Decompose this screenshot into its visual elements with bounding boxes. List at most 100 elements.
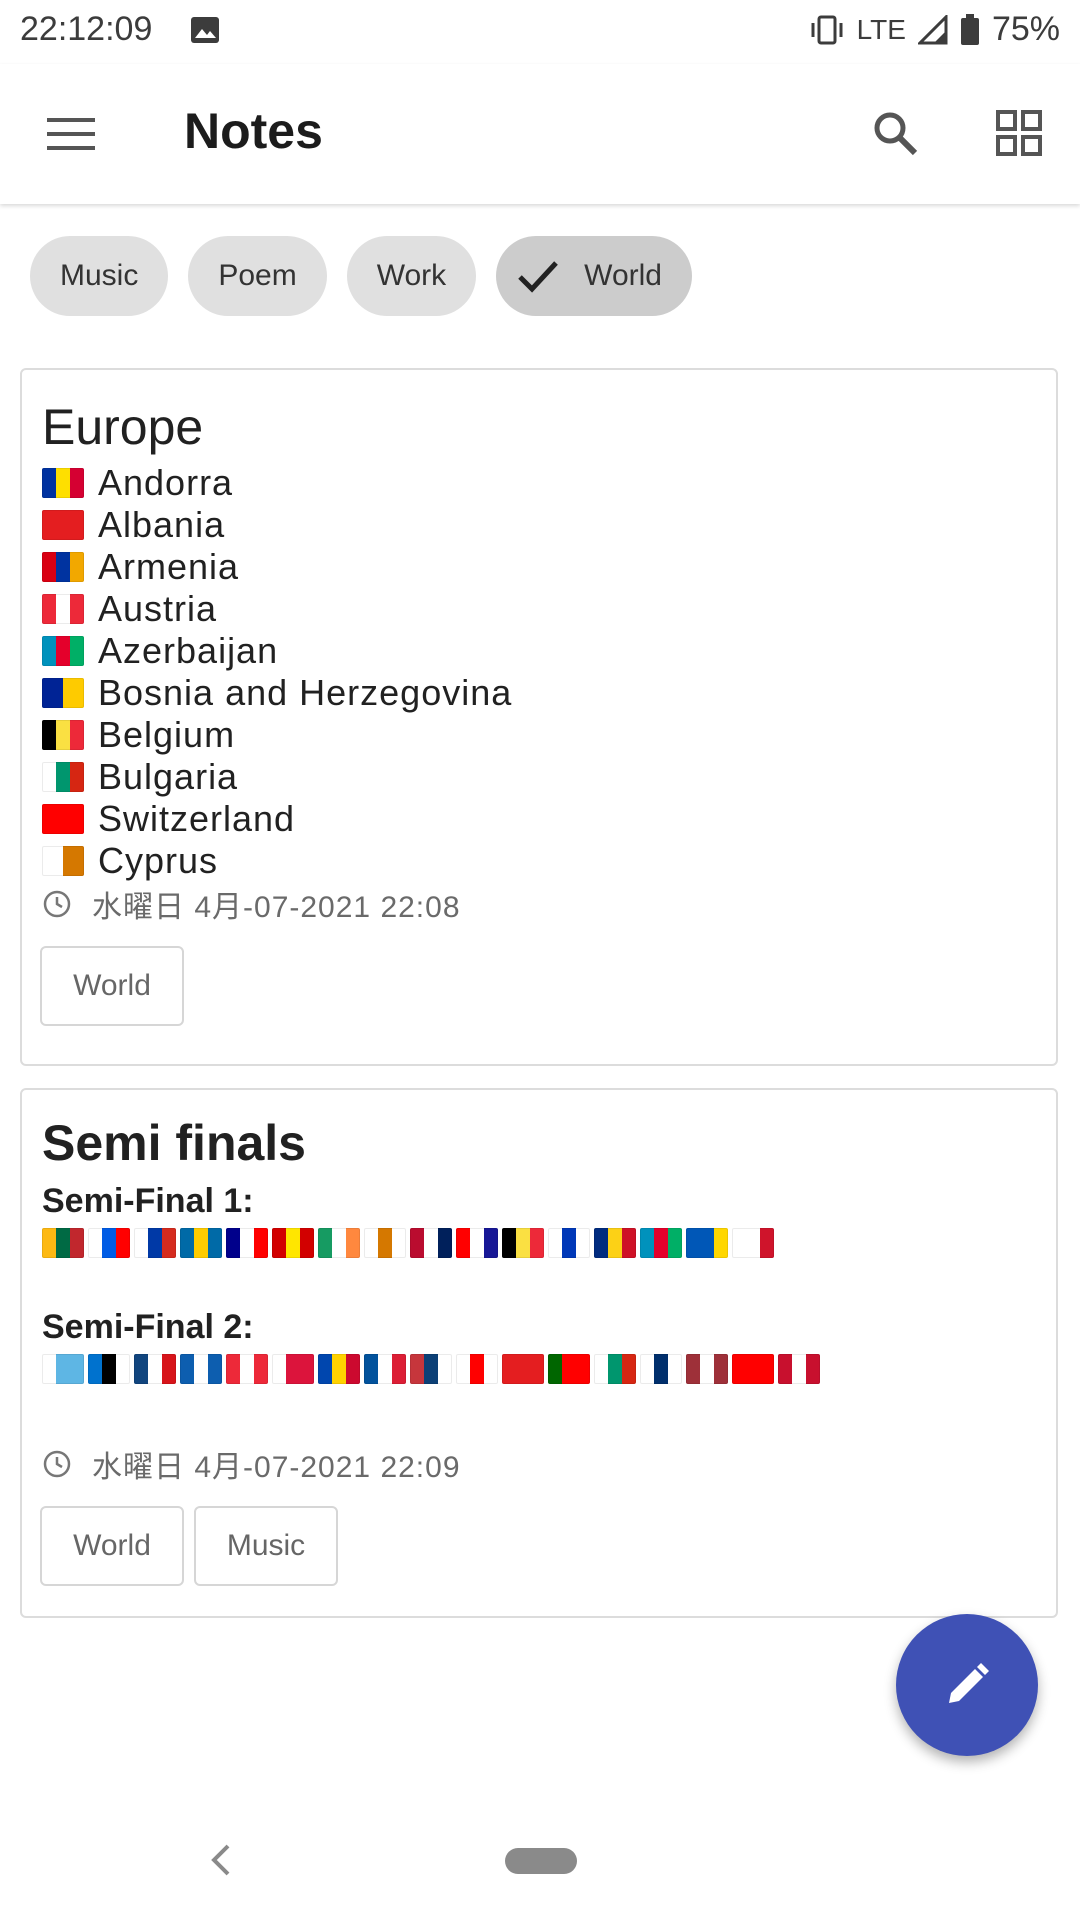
check-icon bbox=[518, 261, 559, 293]
flag-icon bbox=[640, 1228, 682, 1258]
flag-icon bbox=[594, 1354, 636, 1384]
battery-icon bbox=[960, 13, 979, 45]
flag-icon bbox=[548, 1354, 590, 1384]
signal-icon bbox=[917, 14, 948, 44]
flag-icon bbox=[272, 1354, 314, 1384]
tag-label: Music bbox=[226, 1529, 306, 1562]
flag-icon bbox=[318, 1228, 360, 1258]
menu-button[interactable] bbox=[28, 104, 114, 164]
country-item: Andorra bbox=[42, 462, 512, 504]
note-tags: World Music bbox=[40, 1506, 338, 1586]
network-type: LTE bbox=[856, 13, 906, 45]
flag-icon bbox=[364, 1228, 406, 1258]
flag-icon bbox=[42, 1354, 84, 1384]
clock-icon bbox=[43, 1450, 71, 1478]
back-icon[interactable] bbox=[206, 1842, 236, 1878]
home-pill[interactable] bbox=[505, 1848, 577, 1874]
page-title: Notes bbox=[184, 103, 323, 159]
country-name: Albania bbox=[98, 504, 226, 545]
country-item: Bosnia and Herzegovina bbox=[42, 672, 512, 714]
semi-final-1-flags bbox=[42, 1228, 774, 1258]
grid-view-button[interactable] bbox=[984, 98, 1054, 168]
country-item: Cyprus bbox=[42, 840, 512, 882]
tag-label: World bbox=[73, 969, 151, 1002]
country-name: Belgium bbox=[98, 714, 236, 755]
flag-icon bbox=[42, 510, 84, 540]
flag-icon bbox=[226, 1354, 268, 1384]
semi-final-2-label: Semi-Final 2: bbox=[42, 1308, 254, 1346]
flag-icon bbox=[732, 1354, 774, 1384]
flag-icon bbox=[640, 1354, 682, 1384]
flag-icon bbox=[88, 1354, 130, 1384]
tag-music[interactable]: Music bbox=[194, 1506, 338, 1586]
tag-world[interactable]: World bbox=[40, 1506, 184, 1586]
flag-icon bbox=[42, 678, 84, 708]
flag-icon bbox=[42, 762, 84, 792]
country-item: Austria bbox=[42, 588, 512, 630]
semi-final-1-label: Semi-Final 1: bbox=[42, 1182, 254, 1220]
flag-icon bbox=[88, 1228, 130, 1258]
status-time: 22:12:09 bbox=[20, 10, 153, 48]
chip-label: Music bbox=[60, 259, 139, 292]
system-nav-bar bbox=[0, 1820, 1080, 1920]
chip-poem[interactable]: Poem bbox=[188, 236, 327, 316]
flag-icon bbox=[180, 1228, 222, 1258]
note-timestamp: 水曜日 4月-07-2021 22:08 bbox=[42, 882, 461, 926]
flag-icon bbox=[686, 1354, 728, 1384]
flag-icon bbox=[502, 1354, 544, 1384]
note-card-semi-finals[interactable]: Semi finals Semi-Final 1: Semi-Final 2: … bbox=[20, 1088, 1058, 1618]
note-card-europe[interactable]: Europe Andorra Albania Armenia Austria Azerb… bbox=[20, 368, 1058, 1066]
grid-view-icon bbox=[996, 110, 1042, 156]
pencil-icon bbox=[949, 1663, 989, 1703]
country-name: Austria bbox=[98, 588, 218, 629]
flag-icon bbox=[134, 1354, 176, 1384]
chip-label: Poem bbox=[218, 259, 297, 292]
flag-icon bbox=[410, 1354, 452, 1384]
note-title: Europe bbox=[42, 399, 204, 455]
search-button[interactable] bbox=[860, 98, 930, 168]
country-item: Belgium bbox=[42, 714, 512, 756]
country-name: Bosnia and Herzegovina bbox=[98, 672, 513, 713]
country-name: Andorra bbox=[98, 462, 234, 503]
timestamp-text: 水曜日 4月-07-2021 22:09 bbox=[92, 1451, 461, 1484]
flag-icon bbox=[364, 1354, 406, 1384]
flag-icon bbox=[686, 1228, 728, 1258]
country-name: Armenia bbox=[98, 546, 240, 587]
country-name: Switzerland bbox=[98, 798, 296, 839]
image-icon bbox=[191, 17, 219, 43]
country-name: Azerbaijan bbox=[98, 630, 279, 671]
flag-icon bbox=[456, 1228, 498, 1258]
flag-icon bbox=[42, 804, 84, 834]
chip-label: World bbox=[584, 259, 662, 292]
note-tags: World bbox=[40, 946, 184, 1026]
flag-icon bbox=[732, 1228, 774, 1258]
new-note-button[interactable] bbox=[896, 1614, 1038, 1756]
chip-music[interactable]: Music bbox=[30, 236, 169, 316]
flag-icon bbox=[42, 1228, 84, 1258]
flag-icon bbox=[42, 468, 84, 498]
flag-icon bbox=[42, 636, 84, 666]
note-timestamp: 水曜日 4月-07-2021 22:09 bbox=[42, 1442, 461, 1486]
country-name: Cyprus bbox=[98, 840, 219, 881]
chip-world[interactable]: World bbox=[496, 236, 692, 316]
flag-icon bbox=[42, 846, 84, 876]
app-bar: Notes bbox=[0, 64, 1080, 204]
flag-icon bbox=[180, 1354, 222, 1384]
battery-level: 75% bbox=[991, 10, 1060, 48]
country-item: Switzerland bbox=[42, 798, 512, 840]
timestamp-text: 水曜日 4月-07-2021 22:08 bbox=[92, 891, 461, 924]
chip-work[interactable]: Work bbox=[346, 236, 477, 316]
flag-icon bbox=[502, 1228, 544, 1258]
search-icon bbox=[874, 112, 918, 156]
semi-final-2-flags bbox=[42, 1354, 820, 1384]
tag-world[interactable]: World bbox=[40, 946, 184, 1026]
country-item: Albania bbox=[42, 504, 512, 546]
country-list: Andorra Albania Armenia Austria Azerbaijan Bo… bbox=[42, 462, 512, 882]
flag-icon bbox=[42, 594, 84, 624]
menu-icon bbox=[47, 118, 95, 150]
flag-icon bbox=[456, 1354, 498, 1384]
vibrate-icon bbox=[811, 15, 843, 44]
flag-icon bbox=[318, 1354, 360, 1384]
flag-icon bbox=[594, 1228, 636, 1258]
filter-chips: Music Poem Work World bbox=[30, 236, 692, 316]
